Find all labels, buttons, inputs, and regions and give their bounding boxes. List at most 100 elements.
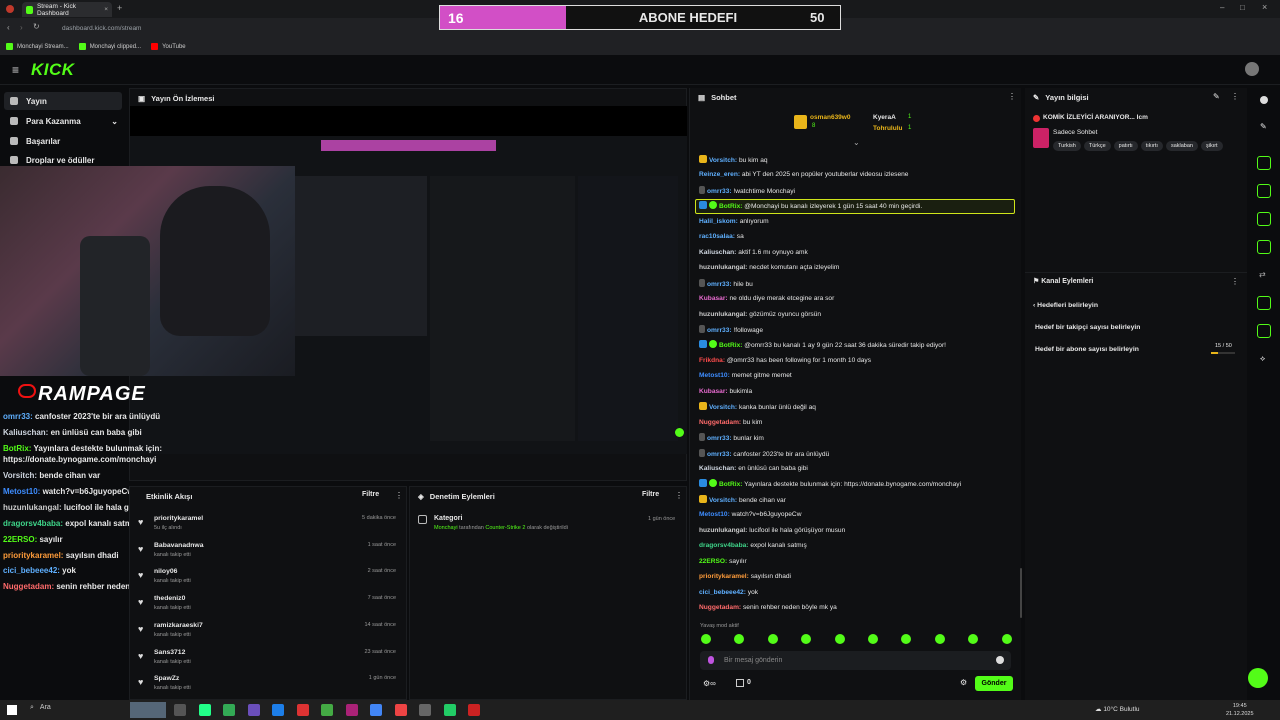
back-icon[interactable]: ‹ [7,23,10,32]
activity-user[interactable]: thedeniz0 [154,595,185,602]
activity-user[interactable]: prioritykaramel [154,515,203,522]
pinned-user-2[interactable]: KyeraA [873,114,896,121]
chat-username[interactable]: huzunlukangal: [699,264,747,271]
maximize-icon[interactable]: □ [1240,3,1245,12]
gift-icon[interactable] [736,679,744,687]
close-window-icon[interactable]: × [1262,2,1267,12]
chat-username[interactable]: BotRix: [719,481,742,488]
taskbar-app-icon[interactable] [272,704,284,716]
reload-icon[interactable]: ↻ [33,22,40,31]
bookmark-monchayi-clipped[interactable]: Monchayi clipped... [78,43,141,50]
chat-username[interactable]: Metost10: [699,372,730,379]
taskbar-app-icon[interactable] [174,704,186,716]
taskbar-app-icon[interactable] [247,704,260,716]
activity-user[interactable]: niloy06 [154,568,177,575]
chat-settings-icon[interactable]: ⚙∞ [703,679,716,688]
bookmark-youtube[interactable]: YouTube [151,43,186,50]
menu-icon[interactable]: ≡ [12,63,19,77]
rail-wrench-icon[interactable] [1257,324,1271,338]
emote-icon[interactable] [1001,634,1012,644]
activity-user[interactable]: ramizkaraeski7 [154,622,203,629]
filter-button[interactable]: Filtre [642,491,659,498]
chat-username[interactable]: huzunlukangal: [699,311,747,318]
pen-icon[interactable]: ✎ [1260,122,1267,131]
gear-icon[interactable]: ⚙ [960,678,967,687]
chat-username[interactable]: 22ERSO: [699,558,727,565]
url-field[interactable]: dashboard.kick.com/stream [46,22,466,35]
pinned-user-1[interactable]: osman639w0 [810,114,850,121]
activity-user[interactable]: Sans3712 [154,649,185,656]
emote-icon[interactable] [767,634,778,644]
taskbar-app-icon[interactable] [296,704,309,716]
chat-username[interactable]: omrr33: [707,281,732,288]
pinned-user-3[interactable]: Tohrululu [873,125,902,132]
sidebar-item-para-kazanma[interactable]: Para Kazanma ⌄ [4,112,122,130]
rail-action-1-icon[interactable] [1257,156,1271,170]
more-icon[interactable]: ⋮ [395,491,403,500]
taskbar-app-icon[interactable] [345,704,358,716]
rail-clipboard-icon[interactable] [1257,212,1271,226]
taskbar-search[interactable]: ⌕ Ara [30,704,51,712]
chat-username[interactable]: Kaliuschan: [699,465,736,472]
support-chat-icon[interactable] [1248,668,1268,688]
chat-username[interactable]: omrr33: [707,451,732,458]
taskbar-app-icon[interactable] [370,704,382,716]
filter-button[interactable]: Filtre [362,491,379,498]
chat-username[interactable]: Nuggetadam: [699,604,741,611]
activity-user[interactable]: Babavanadnwa [154,542,203,549]
more-icon[interactable]: ⋮ [675,491,683,500]
forward-icon[interactable]: › [20,23,23,32]
chat-username[interactable]: Frikdna: [699,357,725,364]
chat-username[interactable]: omrr33: [707,188,732,195]
rail-grid-icon[interactable] [1257,296,1271,310]
kick-logo[interactable]: KICK [31,60,75,80]
taskbar-app-icon[interactable] [198,704,211,716]
activity-user[interactable]: SpawZz [154,675,179,682]
chat-username[interactable]: Halil_iskom: [699,218,738,225]
emote-icon[interactable] [934,634,945,644]
chat-scrollbar[interactable] [1020,568,1022,618]
emote-icon[interactable] [868,634,878,644]
emote-icon[interactable] [701,634,711,644]
chat-username[interactable]: omrr33: [707,327,732,334]
taskbar-app-icon[interactable] [321,704,333,716]
taskbar-app-icon[interactable] [443,704,456,716]
new-tab-icon[interactable]: + [117,3,122,13]
chat-username[interactable]: BotRix: [719,342,742,349]
sidebar-item-yayin[interactable]: Yayın [4,92,122,110]
chevron-down-icon[interactable]: ⌄ [853,138,860,147]
chat-username[interactable]: Vorsitch: [709,157,737,164]
chat-username[interactable]: Kubasar: [699,295,728,302]
bookmark-monchayi-stream[interactable]: Monchayi Stream... [6,43,69,50]
chat-username[interactable]: huzunlukangal: [699,527,747,534]
chat-username[interactable]: Vorsitch: [709,404,737,411]
chat-username[interactable]: Kaliuschan: [699,249,736,256]
chat-username[interactable]: Vorsitch: [709,497,737,504]
more-icon[interactable]: ⋮ [1008,92,1016,101]
chat-message-input[interactable]: Bir mesaj gönderin [700,651,1011,670]
chat-username[interactable]: Nuggetadam: [699,419,741,426]
chat-username[interactable]: cici_bebeee42: [699,589,746,596]
weather-widget[interactable]: ☁ 10°C Bulutlu [1095,705,1140,713]
avatar[interactable] [1245,62,1259,76]
more-icon[interactable]: ⋮ [1231,277,1239,286]
windows-start-icon[interactable] [7,705,17,715]
sidebar-item-basarilar[interactable]: Başarılar [4,132,122,150]
chat-username[interactable]: Reinze_eren: [699,171,740,178]
chat-username[interactable]: rac10salaa: [699,233,735,240]
chat-username[interactable]: prioritykaramel: [699,573,749,580]
rail-lightning-icon[interactable] [1257,184,1271,198]
minimize-icon[interactable]: – [1220,3,1224,12]
rail-chat-icon[interactable] [1257,240,1271,254]
info-icon[interactable] [1260,96,1268,104]
emoji-icon[interactable] [996,656,1004,664]
chat-username[interactable]: Metost10: [699,511,730,518]
edit-icon[interactable]: ✎ [1213,92,1220,101]
follow-goal-option[interactable]: Hedef bir takipçi sayısı belirleyin [1035,324,1140,331]
taskbar-app-icon[interactable] [394,704,407,716]
taskbar-app-icon[interactable] [223,704,235,716]
chat-username[interactable]: BotRix: [719,203,742,210]
more-icon[interactable]: ⋮ [1231,92,1239,101]
emote-icon[interactable] [834,634,845,644]
sub-goal-option[interactable]: Hedef bir abone sayısı belirleyin [1035,346,1139,353]
